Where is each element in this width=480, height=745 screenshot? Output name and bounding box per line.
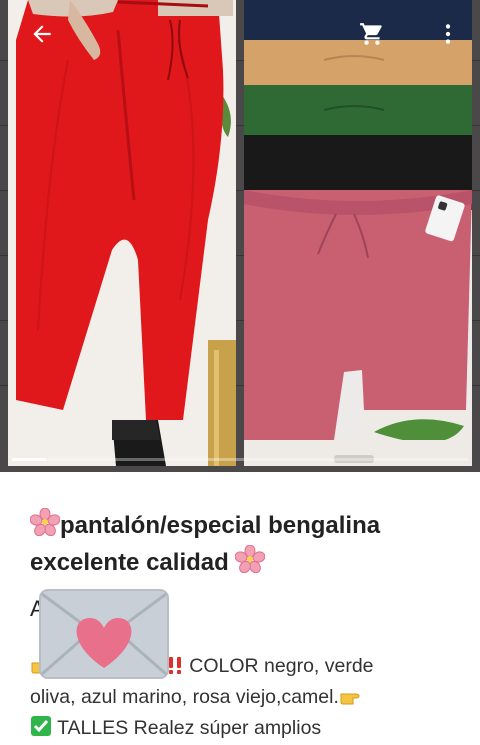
desc-line-2: oliva, azul marino, rosa viejo,camel.: [30, 683, 470, 714]
shopping-cart-icon: [360, 23, 382, 45]
desc-line1-rest: COLOR negro, verde: [183, 655, 374, 677]
envelope-heart-icon: [38, 588, 170, 680]
desc-line3-text: TALLES Realez súper amplios: [52, 717, 322, 739]
more-options-button[interactable]: [428, 14, 468, 54]
indicator-track: [12, 458, 468, 461]
product-photo-stacked-pants: [244, 0, 472, 466]
back-button[interactable]: [22, 14, 62, 54]
more-vertical-icon: [445, 24, 451, 44]
arrow-back-icon: [33, 25, 51, 43]
stacked-pants-illustration: [244, 0, 472, 466]
red-pants-illustration: [8, 0, 236, 466]
indicator-active: [12, 458, 46, 461]
cherry-blossom-icon: [235, 544, 266, 582]
cherry-blossom-icon: [29, 507, 61, 545]
title-line1: pantalón/especial bengalina: [60, 512, 381, 539]
title-line2: excelente calidad: [30, 549, 229, 576]
product-title: pantalón/especial bengalina excelente ca…: [29, 507, 460, 582]
gallery-page-indicator: [12, 458, 468, 461]
pointing-hand-icon: [339, 686, 365, 714]
product-photo-red-pants: [8, 0, 236, 466]
product-image-gallery[interactable]: [0, 0, 480, 472]
desc-line2-text: oliva, azul marino, rosa viejo,camel.: [30, 686, 339, 708]
desc-line-3: TALLES Realez súper amplios: [30, 714, 470, 745]
cart-button[interactable]: [352, 14, 392, 54]
